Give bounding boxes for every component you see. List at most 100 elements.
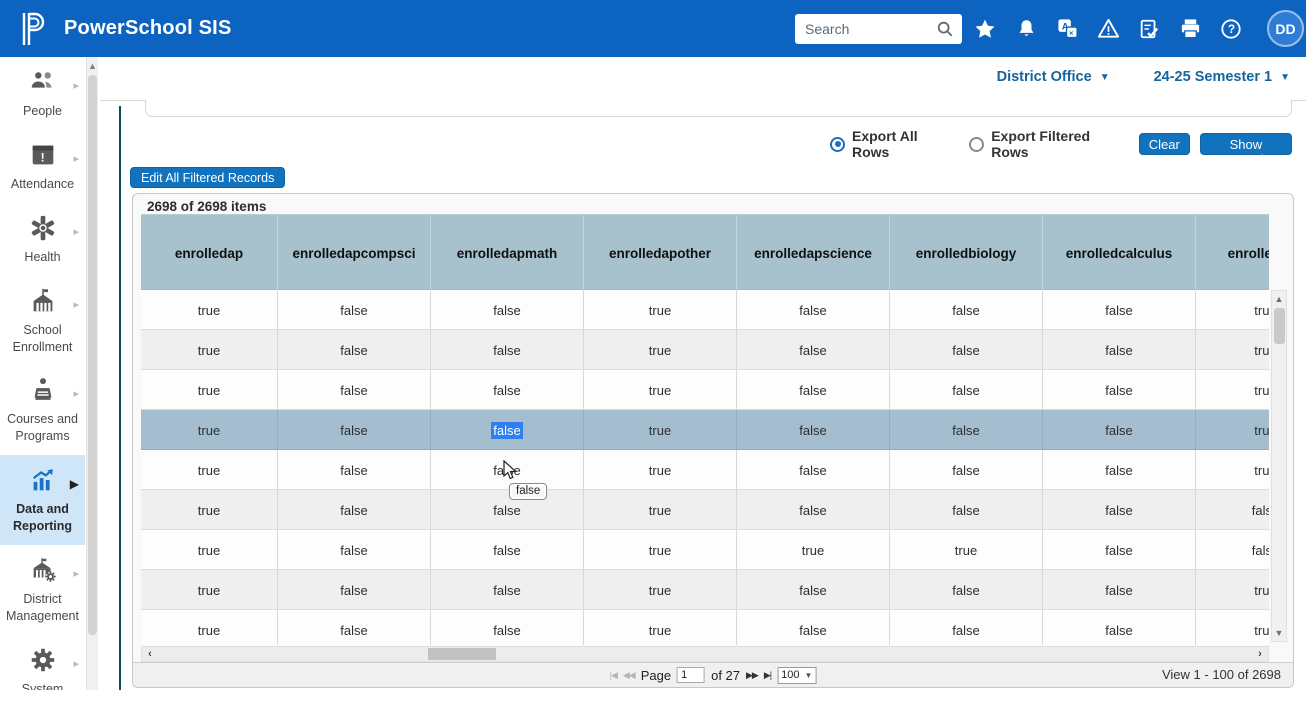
sidebar-item-attendance[interactable]: ! Attendance ▸ <box>0 130 85 203</box>
last-page-button[interactable]: ▶| <box>764 670 771 681</box>
notifications-bell-icon[interactable] <box>1013 16 1039 42</box>
table-cell[interactable]: false <box>431 570 584 610</box>
table-cell[interactable]: false <box>890 290 1043 330</box>
table-cell[interactable]: false <box>278 370 431 410</box>
table-cell[interactable]: false <box>1043 290 1196 330</box>
sidebar-item-school-enrollment[interactable]: School Enrollment ▸ <box>0 276 85 366</box>
table-cell[interactable]: false <box>431 530 584 570</box>
table-cell[interactable]: false <box>278 490 431 530</box>
table-cell[interactable]: true <box>584 450 737 490</box>
table-cell[interactable]: false <box>431 410 584 450</box>
table-cell[interactable]: false <box>890 610 1043 645</box>
selected-cell-text[interactable]: false <box>491 422 522 439</box>
translation-icon[interactable]: A × <box>1054 16 1080 42</box>
help-icon[interactable]: ? <box>1218 16 1244 42</box>
table-cell[interactable]: false <box>1043 410 1196 450</box>
table-cell[interactable]: false <box>278 290 431 330</box>
clear-button[interactable]: Clear <box>1139 133 1190 155</box>
export-filtered-rows-radio[interactable] <box>969 137 984 152</box>
table-cell[interactable]: true <box>141 290 278 330</box>
column-header[interactable]: enrolledapscience <box>737 215 890 291</box>
table-cell[interactable]: true <box>141 490 278 530</box>
table-cell[interactable]: false <box>890 410 1043 450</box>
sidebar-scroll-thumb[interactable] <box>88 75 97 635</box>
table-cell[interactable]: true <box>584 410 737 450</box>
table-row[interactable]: truefalsefalsetruefalsefalsefalsetrue <box>141 290 1269 330</box>
table-cell[interactable]: false <box>737 330 890 370</box>
table-cell[interactable]: false <box>737 290 890 330</box>
search-input[interactable] <box>805 21 936 37</box>
print-icon[interactable] <box>1177 16 1203 42</box>
table-cell[interactable]: true <box>584 290 737 330</box>
sidebar-item-district-management[interactable]: District Management ▸ <box>0 545 85 635</box>
column-header[interactable]: enrolledap <box>141 215 278 291</box>
table-cell[interactable]: true <box>737 530 890 570</box>
table-row[interactable]: truefalsefalsetruetruetruefalsefalse <box>141 530 1269 570</box>
user-avatar[interactable]: DD <box>1267 10 1304 47</box>
table-row[interactable]: truefalsefalsetruefalsefalsefalsetrue <box>141 450 1269 490</box>
column-header[interactable]: enrolledapother <box>584 215 737 291</box>
global-search[interactable] <box>795 14 962 44</box>
table-cell[interactable]: true <box>584 330 737 370</box>
table-cell[interactable]: false <box>431 290 584 330</box>
report-check-icon[interactable] <box>1136 16 1162 42</box>
first-page-button[interactable]: |◀ <box>610 670 617 681</box>
page-size-select[interactable]: 100 ▼ <box>777 667 816 684</box>
table-cell[interactable]: false <box>737 610 890 645</box>
term-selector[interactable]: 24-25 Semester 1 ▼ <box>1154 69 1290 85</box>
table-row[interactable]: truefalsefalsetruefalsefalsefalsetrue <box>141 410 1269 450</box>
table-cell[interactable]: false <box>431 330 584 370</box>
table-row[interactable]: truefalsefalsetruefalsefalsefalsetrue <box>141 570 1269 610</box>
table-vertical-scrollbar[interactable]: ▲ ▼ <box>1271 290 1287 642</box>
prev-page-button[interactable]: ◀◀ <box>623 670 635 681</box>
sidebar-scrollbar[interactable]: ▲ <box>86 57 98 701</box>
horizontal-scroll-thumb[interactable] <box>428 648 496 660</box>
next-page-button[interactable]: ▶▶ <box>746 670 758 681</box>
table-cell[interactable]: true <box>141 330 278 370</box>
scroll-down-arrow-icon[interactable]: ▼ <box>1272 626 1286 640</box>
alerts-warning-icon[interactable] <box>1095 16 1121 42</box>
vertical-scroll-thumb[interactable] <box>1274 308 1285 344</box>
sidebar-item-health[interactable]: Health ▸ <box>0 203 85 276</box>
page-number-input[interactable] <box>677 667 705 683</box>
table-row[interactable]: truefalsefalsetruefalsefalsefalsefalse <box>141 490 1269 530</box>
table-cell[interactable]: true <box>141 370 278 410</box>
table-cell[interactable]: false <box>1043 610 1196 645</box>
table-cell[interactable]: false <box>1043 370 1196 410</box>
table-cell[interactable]: false <box>1043 330 1196 370</box>
table-cell[interactable]: true <box>1196 610 1269 645</box>
edit-all-filtered-records-button[interactable]: Edit All Filtered Records <box>130 167 285 188</box>
table-cell[interactable]: false <box>737 570 890 610</box>
scroll-up-arrow-icon[interactable]: ▲ <box>87 59 98 73</box>
table-cell[interactable]: false <box>737 450 890 490</box>
table-cell[interactable]: false <box>890 490 1043 530</box>
table-cell[interactable]: false <box>737 370 890 410</box>
scroll-left-arrow-icon[interactable]: ‹ <box>142 648 158 660</box>
table-cell[interactable]: true <box>1196 450 1269 490</box>
table-cell[interactable]: true <box>584 530 737 570</box>
table-cell[interactable]: false <box>737 490 890 530</box>
table-cell[interactable]: true <box>1196 570 1269 610</box>
table-cell[interactable]: true <box>141 410 278 450</box>
table-cell[interactable]: false <box>278 570 431 610</box>
scroll-up-arrow-icon[interactable]: ▲ <box>1272 292 1286 306</box>
column-header[interactable]: enrolledche <box>1196 215 1269 291</box>
table-cell[interactable]: false <box>278 410 431 450</box>
table-cell[interactable]: false <box>278 530 431 570</box>
table-cell[interactable]: false <box>431 370 584 410</box>
show-records-button[interactable]: Show Records <box>1200 133 1292 155</box>
table-cell[interactable]: false <box>1043 490 1196 530</box>
search-icon[interactable] <box>936 20 954 38</box>
table-cell[interactable]: false <box>278 610 431 645</box>
table-cell[interactable]: false <box>1043 570 1196 610</box>
table-cell[interactable]: true <box>890 530 1043 570</box>
table-cell[interactable]: true <box>584 370 737 410</box>
column-header[interactable]: enrolledbiology <box>890 215 1043 291</box>
table-cell[interactable]: true <box>584 570 737 610</box>
table-cell[interactable]: false <box>890 450 1043 490</box>
table-cell[interactable]: true <box>141 530 278 570</box>
table-cell[interactable]: false <box>1196 530 1269 570</box>
table-cell[interactable]: false <box>890 370 1043 410</box>
table-cell[interactable]: true <box>584 610 737 645</box>
table-cell[interactable]: false <box>278 450 431 490</box>
